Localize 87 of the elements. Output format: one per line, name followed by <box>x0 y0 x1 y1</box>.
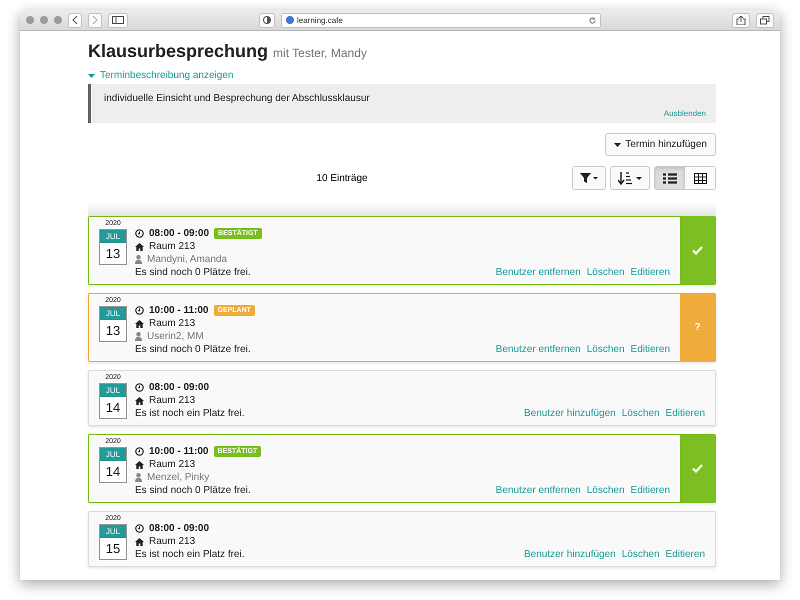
list-view-button[interactable] <box>654 166 685 190</box>
chevron-left-icon[interactable] <box>72 16 78 24</box>
address-field[interactable]: learning.cafe <box>281 12 601 28</box>
reload-icon[interactable] <box>589 16 596 24</box>
action-link[interactable]: Editieren <box>666 408 705 419</box>
calendar-day: 14 <box>100 397 126 418</box>
clock-icon <box>135 383 144 392</box>
entry-count: 10 Einträge <box>315 172 369 184</box>
user-name: Menzel, Pinky <box>147 472 210 483</box>
action-link[interactable]: Löschen <box>622 549 660 560</box>
share-button[interactable] <box>732 12 750 28</box>
user-name: Mandyni, Amanda <box>147 254 228 265</box>
action-link[interactable]: Editieren <box>666 549 705 560</box>
add-appointment-button[interactable]: Termin hinzufügen <box>605 133 716 156</box>
calendar-day: 14 <box>100 461 126 482</box>
action-link[interactable]: Benutzer entfernen <box>496 267 581 278</box>
action-link[interactable]: Editieren <box>630 344 670 355</box>
time-range: 08:00 - 09:00 <box>149 523 210 534</box>
user-icon <box>135 473 142 482</box>
clock-icon <box>135 229 144 238</box>
sidebar-button[interactable] <box>108 12 128 28</box>
check-icon <box>692 464 703 473</box>
house-icon <box>135 242 144 250</box>
clock-icon <box>135 524 144 533</box>
page-title: Klausurbesprechung <box>88 41 268 62</box>
calendar-month: JUL <box>100 448 126 461</box>
half-circle-icon[interactable] <box>263 16 271 24</box>
action-link[interactable]: Löschen <box>586 267 625 278</box>
page-subtitle: mit Tester, Mandy <box>273 46 367 60</box>
action-link[interactable]: Benutzer hinzufügen <box>524 549 616 560</box>
description-text: individuelle Einsicht und Besprechung der Abschlussklausur <box>104 93 371 104</box>
action-link[interactable]: Löschen <box>586 344 625 355</box>
action-link[interactable]: Löschen <box>586 485 625 496</box>
user-icon <box>135 255 142 264</box>
room-label: Raum 213 <box>149 241 196 252</box>
sort-button[interactable] <box>610 166 650 190</box>
action-link[interactable]: Benutzer entfernen <box>496 485 581 496</box>
filter-icon[interactable] <box>580 173 598 183</box>
seats-text: Es sind noch 0 Plätze frei. <box>135 267 252 278</box>
action-link[interactable]: Editieren <box>630 485 670 496</box>
seats-text: Es ist noch ein Platz frei. <box>135 549 246 560</box>
time-range: 10:00 - 11:00 <box>149 305 208 316</box>
hide-link[interactable]: Ausblenden <box>664 109 706 118</box>
check-icon <box>692 246 703 255</box>
room-label: Raum 213 <box>149 395 196 406</box>
table-view-button[interactable] <box>685 166 716 190</box>
house-icon <box>135 396 144 404</box>
user-name: Userin2, MM <box>147 331 204 342</box>
tabs-icon[interactable] <box>760 16 770 24</box>
privacy-button[interactable] <box>259 12 275 28</box>
calendar-month: JUL <box>100 384 126 397</box>
share-icon[interactable] <box>736 16 746 24</box>
user-icon <box>135 332 142 341</box>
seats-text: Es ist noch ein Platz frei. <box>135 408 246 419</box>
action-link[interactable]: Editieren <box>630 267 670 278</box>
sort-icon[interactable] <box>618 172 642 184</box>
back-button[interactable] <box>68 12 82 28</box>
list-icon[interactable] <box>662 172 676 184</box>
seats-text: Es sind noch 0 Plätze frei. <box>135 344 252 355</box>
table-icon[interactable] <box>694 172 706 184</box>
calendar-day: 13 <box>100 320 126 341</box>
clock-icon <box>135 306 144 315</box>
calendar-day: 13 <box>100 243 126 264</box>
description-toggle[interactable]: Terminbeschreibung anzeigen <box>88 70 716 81</box>
seats-text: Es sind noch 0 Plätze frei. <box>135 485 252 496</box>
question-mark: ? <box>694 322 701 333</box>
calendar-day: 15 <box>100 538 126 559</box>
calendar-month: JUL <box>100 307 126 320</box>
sidebar-icon[interactable] <box>112 16 124 24</box>
action-link[interactable]: Benutzer entfernen <box>496 344 581 355</box>
caret-icon[interactable] <box>614 142 622 146</box>
calendar-month: JUL <box>100 230 126 243</box>
house-icon <box>135 460 144 468</box>
action-link[interactable]: Benutzer hinzufügen <box>524 408 616 419</box>
filter-button[interactable] <box>572 166 606 190</box>
tabs-button[interactable] <box>756 12 774 28</box>
room-label: Raum 213 <box>149 318 196 329</box>
house-icon <box>135 538 144 546</box>
house-icon <box>135 320 144 328</box>
time-range: 10:00 - 11:00 <box>149 446 208 457</box>
clock-icon <box>135 447 144 456</box>
calendar-month: JUL <box>100 525 126 538</box>
room-label: Raum 213 <box>149 536 196 547</box>
action-link[interactable]: Löschen <box>622 408 660 419</box>
time-range: 08:00 - 09:00 <box>149 382 210 393</box>
time-range: 08:00 - 09:00 <box>149 228 210 239</box>
room-label: Raum 213 <box>149 459 196 470</box>
